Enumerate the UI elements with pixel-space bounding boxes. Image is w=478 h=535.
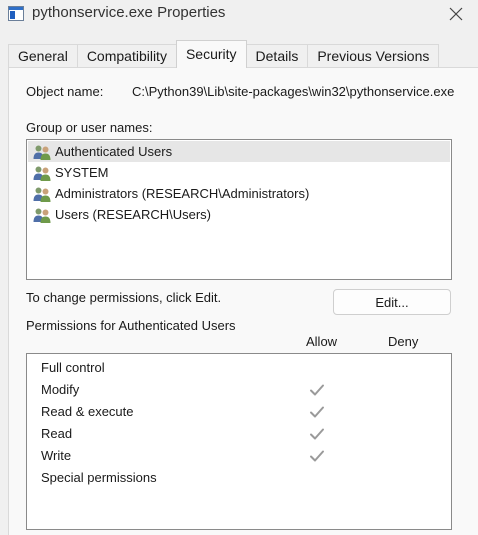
object-name-value[interactable]: C:\Python39\Lib\site-packages\win32\pyth…	[132, 84, 454, 99]
tab-general[interactable]: General	[8, 44, 78, 68]
permissions-for-label: Permissions for Authenticated Users	[26, 318, 236, 333]
close-button[interactable]	[442, 2, 470, 26]
user-list[interactable]: Authenticated Users SYSTEM Administrator…	[26, 139, 452, 280]
user-item-authenticated-users[interactable]: Authenticated Users	[28, 141, 450, 162]
user-item-label: Users (RESEARCH\Users)	[55, 207, 212, 222]
deny-check-icon	[389, 426, 405, 442]
permissions-list[interactable]: Full control Modify Read & execute Read	[26, 353, 452, 530]
security-panel: Object name: C:\Python39\Lib\site-packag…	[8, 67, 478, 535]
edit-button[interactable]: Edit...	[333, 289, 451, 315]
permission-row-special: Special permissions	[27, 467, 451, 489]
properties-window: pythonservice.exe Properties General Com…	[0, 0, 478, 535]
close-icon	[449, 7, 463, 21]
permission-name: Write	[41, 448, 72, 463]
group-names-label: Group or user names:	[26, 120, 153, 135]
permission-row-write: Write	[27, 445, 451, 467]
allow-check-icon	[309, 404, 325, 420]
permission-row-read: Read	[27, 423, 451, 445]
tab-details[interactable]: Details	[245, 44, 309, 68]
user-item-label: SYSTEM	[55, 165, 109, 180]
deny-check-icon	[389, 360, 405, 376]
deny-check-icon	[389, 470, 405, 486]
allow-check-icon	[309, 426, 325, 442]
allow-check-icon	[309, 470, 325, 486]
users-group-icon	[33, 145, 51, 160]
change-permissions-hint: To change permissions, click Edit.	[26, 290, 222, 305]
user-item-users[interactable]: Users (RESEARCH\Users)	[28, 204, 450, 225]
window-title: pythonservice.exe Properties	[32, 4, 226, 21]
tab-strip: General Compatibility Security Details P…	[8, 40, 440, 68]
allow-check-icon	[309, 360, 325, 376]
permission-name: Special permissions	[41, 470, 157, 485]
tab-previous-versions[interactable]: Previous Versions	[307, 44, 440, 68]
allow-column-header: Allow	[306, 334, 338, 349]
permission-row-full-control: Full control	[27, 357, 451, 379]
deny-column-header: Deny	[388, 334, 419, 349]
user-item-administrators[interactable]: Administrators (RESEARCH\Administrators)	[28, 183, 450, 204]
tab-compatibility[interactable]: Compatibility	[76, 44, 177, 68]
users-group-icon	[33, 208, 51, 223]
permission-row-read-execute: Read & execute	[27, 401, 451, 423]
title-bar[interactable]: pythonservice.exe Properties	[0, 0, 478, 30]
permission-name: Read & execute	[41, 404, 134, 419]
permission-name: Read	[41, 426, 73, 441]
allow-check-icon	[309, 382, 325, 398]
permission-name: Full control	[41, 360, 105, 375]
user-item-system[interactable]: SYSTEM	[28, 162, 450, 183]
deny-check-icon	[389, 382, 405, 398]
permission-row-modify: Modify	[27, 379, 451, 401]
users-group-icon	[33, 187, 51, 202]
user-item-label: Administrators (RESEARCH\Administrators)	[55, 186, 310, 201]
object-name-label: Object name:	[26, 84, 104, 99]
deny-check-icon	[389, 448, 405, 464]
permission-name: Modify	[41, 382, 80, 397]
allow-check-icon	[309, 448, 325, 464]
user-item-label: Authenticated Users	[55, 144, 173, 159]
deny-check-icon	[389, 404, 405, 420]
window-app-icon	[8, 6, 24, 21]
users-group-icon	[33, 166, 51, 181]
tab-security[interactable]: Security	[175, 40, 247, 68]
